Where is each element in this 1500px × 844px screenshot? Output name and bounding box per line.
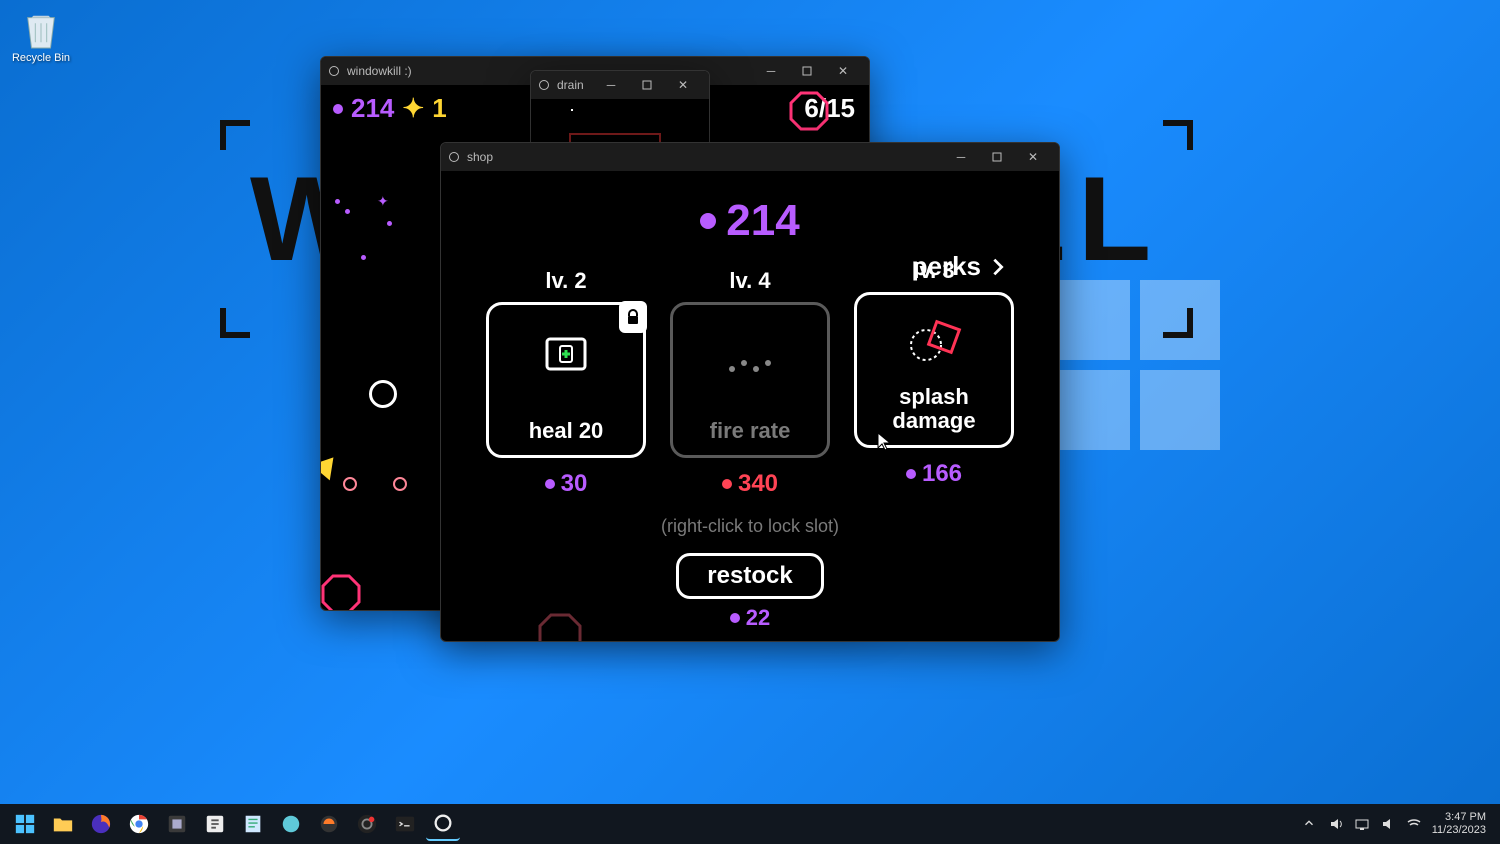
- firefox-icon[interactable]: [84, 807, 118, 841]
- app-icon: [449, 152, 459, 162]
- notepad-icon[interactable]: [236, 807, 270, 841]
- shop-card-firerate[interactable]: fire rate: [670, 302, 830, 458]
- slot-level: lv. 2: [486, 268, 646, 294]
- slot-price: 340: [738, 470, 778, 498]
- enemy-octagon: [537, 612, 583, 642]
- shop-slot: lv. 3 splash damage 166: [854, 258, 1014, 498]
- window-title: shop: [467, 150, 493, 164]
- currency-value: 214: [351, 93, 394, 124]
- currency-dot-icon: [906, 469, 916, 479]
- titlebar[interactable]: shop ─ ✕: [441, 143, 1059, 171]
- clock[interactable]: 3:47 PM 11/23/2023: [1432, 811, 1486, 837]
- enemy-octagon: [789, 91, 829, 131]
- restock-price: 22: [746, 605, 770, 631]
- maximize-button[interactable]: [789, 57, 825, 85]
- shop-currency: 214: [726, 196, 799, 246]
- firerate-icon: [726, 359, 774, 378]
- diamond-icon: ✦: [402, 93, 424, 124]
- enemy-octagon: [321, 574, 361, 610]
- window-title: windowkill :): [347, 64, 412, 78]
- currency-dot-icon: [700, 213, 716, 229]
- slot-level: lv. 4: [670, 268, 830, 294]
- splash-icon: [906, 317, 962, 370]
- titlebar[interactable]: drain ─ ✕: [531, 71, 709, 99]
- perks-button[interactable]: perks: [912, 251, 1009, 282]
- app-icon: [329, 66, 339, 76]
- time-label: 3:47 PM: [1432, 811, 1486, 824]
- maximize-button[interactable]: [979, 143, 1015, 171]
- restock-label: restock: [707, 562, 792, 589]
- currency-dot-icon: [333, 104, 343, 114]
- close-button[interactable]: ✕: [1015, 143, 1051, 171]
- close-button[interactable]: ✕: [665, 71, 701, 99]
- wifi-icon[interactable]: [1406, 816, 1422, 832]
- volume-icon[interactable]: [1328, 816, 1344, 832]
- cursor-icon: [877, 432, 891, 452]
- perks-label: perks: [912, 251, 981, 282]
- app-icon[interactable]: [274, 807, 308, 841]
- lock-icon: [619, 301, 647, 333]
- slot-name: heal 20: [529, 419, 604, 443]
- lock-hint: (right-click to lock slot): [441, 516, 1059, 537]
- minimize-button[interactable]: ─: [593, 71, 629, 99]
- windowkill-icon[interactable]: [426, 807, 460, 841]
- tray-chevron-icon[interactable]: [1302, 816, 1318, 832]
- chrome-icon[interactable]: [122, 807, 156, 841]
- start-button[interactable]: [8, 807, 42, 841]
- network-icon[interactable]: [1354, 816, 1370, 832]
- explorer-icon[interactable]: [46, 807, 80, 841]
- shop-window[interactable]: shop ─ ✕ 214 perks lv. 2: [440, 142, 1060, 642]
- shop-card-heal[interactable]: heal 20: [486, 302, 646, 458]
- restock-button[interactable]: restock: [676, 553, 823, 599]
- taskbar: 3:47 PM 11/23/2023: [0, 804, 1500, 844]
- close-button[interactable]: ✕: [825, 57, 861, 85]
- recycle-bin-icon[interactable]: Recycle Bin: [10, 8, 72, 64]
- currency-dot-icon: [730, 613, 740, 623]
- battery-icon[interactable]: [1380, 816, 1396, 832]
- app-icon[interactable]: [198, 807, 232, 841]
- slot-name: splash damage: [892, 385, 975, 433]
- diamond-value: 1: [432, 93, 446, 124]
- chevron-right-icon: [987, 256, 1009, 278]
- shop-card-splash[interactable]: splash damage: [854, 292, 1014, 448]
- shop-slot: lv. 2 heal 20: [486, 268, 646, 498]
- terminal-icon[interactable]: [388, 807, 422, 841]
- shop-slot: lv. 4 fire rate 340: [670, 268, 830, 498]
- date-label: 11/23/2023: [1432, 824, 1486, 837]
- recycle-bin-label: Recycle Bin: [12, 52, 70, 64]
- minimize-button[interactable]: ─: [943, 143, 979, 171]
- system-tray: 3:47 PM 11/23/2023: [1302, 811, 1494, 837]
- app-icon[interactable]: [160, 807, 194, 841]
- window-title: drain: [557, 78, 584, 92]
- slot-name: fire rate: [710, 419, 791, 443]
- minimize-button[interactable]: ─: [753, 57, 789, 85]
- slot-price: 166: [922, 460, 962, 488]
- slot-price: 30: [561, 470, 588, 498]
- windows-logo: [1050, 280, 1220, 450]
- app-icon[interactable]: [312, 807, 346, 841]
- app-icon: [539, 80, 549, 90]
- heal-icon: [545, 337, 587, 376]
- maximize-button[interactable]: [629, 71, 665, 99]
- currency-dot-icon: [722, 479, 732, 489]
- currency-dot-icon: [545, 479, 555, 489]
- player-circle: [369, 380, 397, 408]
- obs-icon[interactable]: [350, 807, 384, 841]
